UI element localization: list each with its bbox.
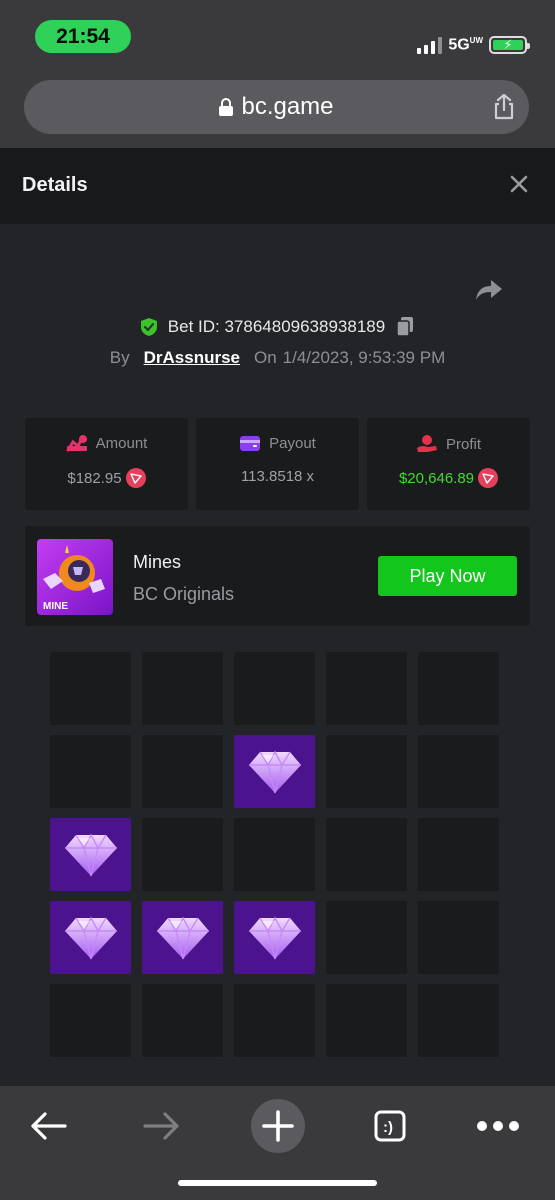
url-text: bc.game [241,93,334,120]
signal-icon [417,36,443,55]
mines-game-thumbnail[interactable]: MINE [37,539,113,615]
gem-icon [248,916,301,959]
share-icon[interactable] [489,92,519,122]
copy-icon[interactable] [395,316,415,338]
bet-datetime: 1/4/2023, 9:53:39 PM [282,348,446,367]
gem-icon [248,750,301,793]
mine-tile[interactable] [418,818,499,891]
payout-wallet-icon [240,436,261,451]
status-bar: 21:54 5GUW ⚡ [0,0,555,70]
mine-tile[interactable] [50,984,131,1057]
svg-text::): :) [383,1119,393,1136]
game-provider: BC Originals [133,584,235,604]
browser-address-area: bc.game [0,70,555,148]
game-name: Mines [133,552,182,572]
mine-tile[interactable] [418,901,499,974]
lock-icon [219,98,234,116]
mine-tile[interactable] [50,735,131,808]
forward-arrow-icon[interactable] [134,1098,190,1154]
mine-tile[interactable] [142,652,223,725]
bet-stats: Amount $182.95 Payout 113.8518 x Profit … [25,418,530,510]
gem-icon [64,916,117,959]
details-header: Details [0,148,555,224]
network-type: 5GUW [448,36,483,54]
mine-tile[interactable] [234,984,315,1057]
bet-id: Bet ID: 37864809638938189 [167,317,386,336]
profit-icon [416,435,437,452]
mine-tile[interactable] [418,984,499,1057]
status-time: 21:54 [35,20,131,53]
mine-tile[interactable] [326,818,407,891]
stat-payout: Payout 113.8518 x [196,418,359,510]
details-title: Details [22,174,88,196]
mine-tile[interactable] [418,652,499,725]
home-indicator [178,1180,377,1186]
mine-tile-gem[interactable] [142,901,223,974]
trx-coin-icon [125,468,146,488]
profit-label: Profit [445,435,481,453]
verified-shield-icon [140,318,157,336]
username-link[interactable]: DrAssnurse [144,348,240,368]
amount-icon [66,435,87,452]
mine-tile[interactable] [234,818,315,891]
svg-text:MINE: MINE [43,601,68,612]
new-tab-plus-icon[interactable] [250,1098,306,1154]
mine-tile[interactable] [142,735,223,808]
more-icon[interactable] [470,1098,526,1154]
tabs-icon[interactable]: :) [362,1098,418,1154]
gem-icon [156,916,209,959]
back-arrow-icon[interactable] [20,1098,76,1154]
close-icon[interactable] [509,174,529,194]
mine-tile[interactable] [326,984,407,1057]
mine-tile-gem[interactable] [50,901,131,974]
payout-label: Payout [269,434,316,452]
address-bar[interactable]: bc.game [24,80,529,134]
mines-board [50,652,502,1057]
profit-value: $20,646.89 [398,469,475,487]
stat-amount: Amount $182.95 [25,418,188,510]
mine-tile[interactable] [142,818,223,891]
payout-value: 113.8518 x [240,468,315,485]
mine-tile[interactable] [50,652,131,725]
game-card: MINE Mines BC Originals Play Now [25,526,530,626]
gem-icon [64,833,117,876]
trx-coin-icon [478,468,499,488]
stat-profit: Profit $20,646.89 [367,418,530,510]
amount-value: $182.95 [67,469,122,487]
mine-tile[interactable] [142,984,223,1057]
battery-icon: ⚡ [489,36,530,55]
share-arrow-icon[interactable] [474,276,504,304]
mine-tile[interactable] [418,735,499,808]
mine-tile-gem[interactable] [50,818,131,891]
mine-tile[interactable] [326,901,407,974]
status-indicators: 5GUW ⚡ [417,32,530,55]
play-now-button[interactable]: Play Now [378,556,517,596]
bet-meta-row: By DrAssnurse On 1/4/2023, 9:53:39 PM [0,348,555,368]
on-label: On [253,348,277,367]
mine-tile[interactable] [326,652,407,725]
mine-tile[interactable] [326,735,407,808]
mine-tile-gem[interactable] [234,901,315,974]
amount-label: Amount [95,434,148,452]
mine-tile-gem[interactable] [234,735,315,808]
bet-id-row: Bet ID: 37864809638938189 [0,316,555,338]
bet-details-content: Bet ID: 37864809638938189 By DrAssnurse … [0,224,555,1086]
mine-tile[interactable] [234,652,315,725]
by-label: By [109,348,130,367]
